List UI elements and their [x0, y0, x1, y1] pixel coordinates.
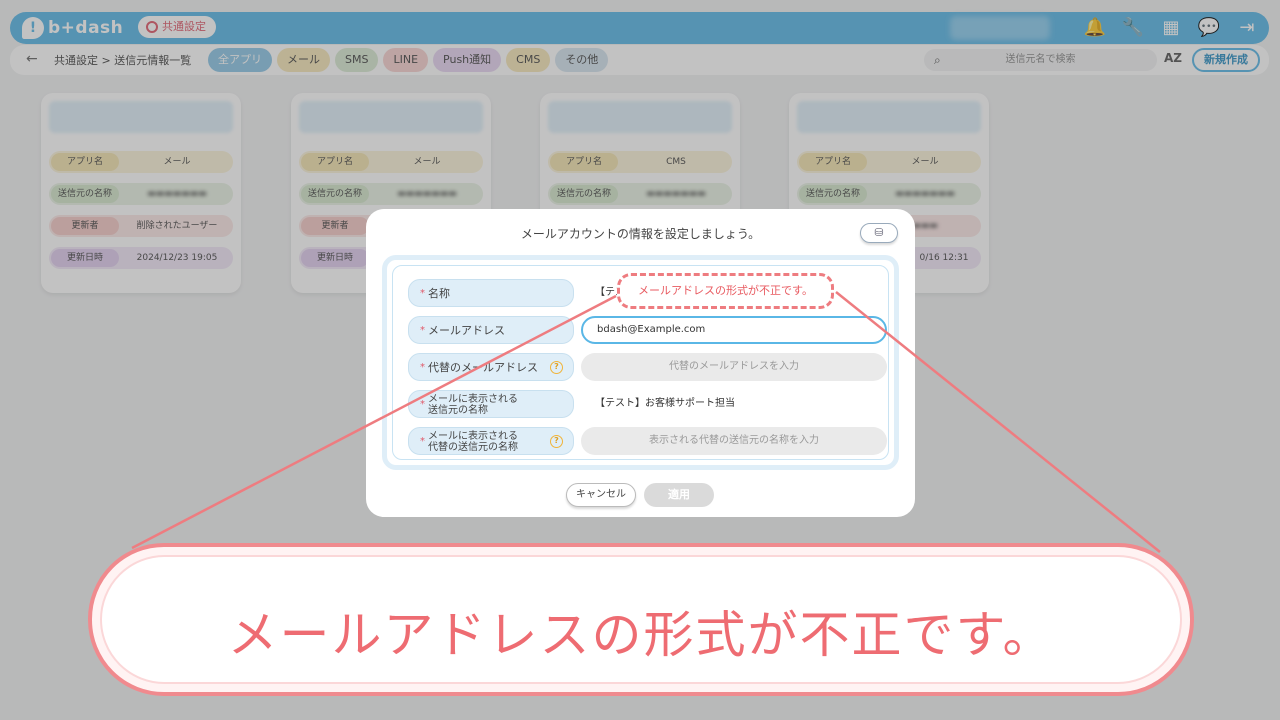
inline-error-tooltip: メールアドレスの形式が不正です。: [617, 273, 834, 309]
error-callout-text: メールアドレスの形式が不正です。: [227, 606, 1055, 664]
error-callout: メールアドレスの形式が不正です。: [88, 543, 1194, 696]
